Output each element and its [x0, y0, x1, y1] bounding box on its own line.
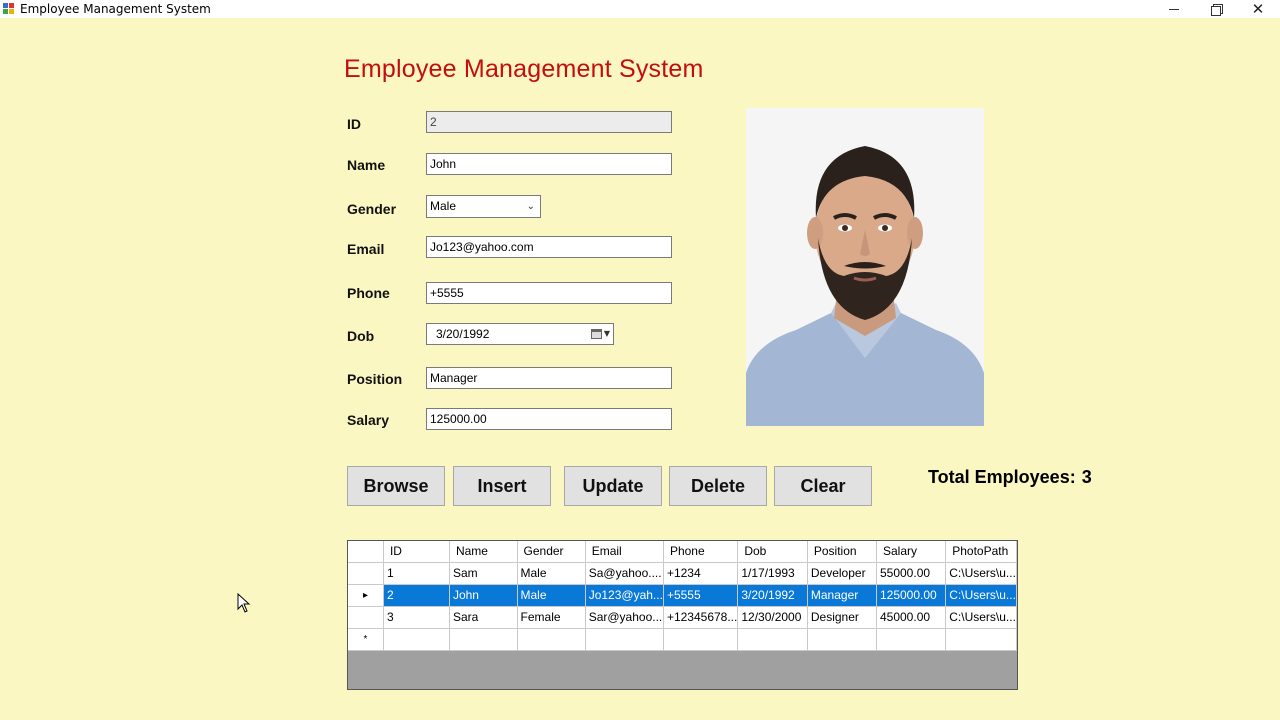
- table-cell[interactable]: Developer: [807, 562, 877, 585]
- table-cell[interactable]: 45000.00: [876, 606, 947, 629]
- total-employees-label: Total Employees:: [928, 467, 1076, 487]
- table-cell[interactable]: [945, 628, 1017, 651]
- column-header-email[interactable]: Email: [585, 541, 664, 563]
- page-title: Employee Management System: [344, 55, 704, 83]
- id-field[interactable]: 2: [426, 111, 672, 133]
- grid-corner-header[interactable]: [348, 541, 384, 563]
- dob-date-value: 3/20/1992: [436, 327, 490, 341]
- phone-label: Phone: [347, 285, 390, 301]
- total-employees: Total Employees: 3: [928, 467, 1092, 488]
- gender-label: Gender: [347, 201, 397, 217]
- dob-label: Dob: [347, 328, 375, 344]
- table-row-selected[interactable]: ▸ 2 John Male Jo123@yah... +5555 3/20/19…: [348, 584, 1017, 607]
- column-header-position[interactable]: Position: [807, 541, 877, 563]
- insert-button[interactable]: Insert: [453, 466, 551, 506]
- row-header[interactable]: [348, 562, 384, 585]
- table-cell[interactable]: [663, 628, 739, 651]
- new-row-marker[interactable]: *: [348, 628, 384, 651]
- table-cell[interactable]: 3: [383, 606, 450, 629]
- column-header-dob[interactable]: Dob: [737, 541, 808, 563]
- column-header-gender[interactable]: Gender: [517, 541, 586, 563]
- mouse-cursor-icon: [237, 593, 251, 613]
- employee-photo: [746, 108, 984, 426]
- gender-select-value: Male: [430, 199, 457, 213]
- table-cell[interactable]: 12/30/2000: [737, 606, 808, 629]
- gender-select[interactable]: Male ⌄: [426, 195, 541, 218]
- restore-button[interactable]: [1194, 0, 1238, 18]
- table-row[interactable]: 3 Sara Female Sar@yahoo... +12345678... …: [348, 606, 1017, 629]
- email-label: Email: [347, 241, 385, 257]
- name-label: Name: [347, 157, 386, 173]
- dropdown-arrow-icon[interactable]: ▼: [604, 329, 610, 338]
- salary-field[interactable]: 125000.00: [426, 408, 672, 430]
- column-header-name[interactable]: Name: [449, 541, 518, 563]
- table-cell[interactable]: [383, 628, 450, 651]
- table-cell[interactable]: [737, 628, 808, 651]
- table-cell[interactable]: [807, 628, 877, 651]
- table-cell[interactable]: [585, 628, 664, 651]
- table-cell[interactable]: 2: [383, 584, 450, 607]
- new-row[interactable]: *: [348, 628, 1017, 651]
- column-header-id[interactable]: ID: [383, 541, 450, 563]
- table-cell[interactable]: 125000.00: [876, 584, 947, 607]
- table-cell[interactable]: Sara: [449, 606, 518, 629]
- table-cell[interactable]: Jo123@yah...: [585, 584, 664, 607]
- phone-field[interactable]: +5555: [426, 282, 672, 304]
- id-label: ID: [347, 116, 361, 132]
- table-cell[interactable]: [449, 628, 518, 651]
- column-header-salary[interactable]: Salary: [876, 541, 947, 563]
- table-cell[interactable]: C:\Users\u...: [945, 562, 1017, 585]
- table-cell[interactable]: [876, 628, 947, 651]
- column-header-phone[interactable]: Phone: [663, 541, 739, 563]
- window-title: Employee Management System: [20, 2, 211, 16]
- total-employees-count: 3: [1081, 467, 1092, 487]
- chevron-down-icon: ⌄: [526, 201, 535, 212]
- table-cell[interactable]: 1: [383, 562, 450, 585]
- table-cell[interactable]: +12345678...: [663, 606, 739, 629]
- row-header[interactable]: [348, 606, 384, 629]
- table-cell[interactable]: 3/20/1992: [737, 584, 808, 607]
- table-row[interactable]: 1 Sam Male Sa@yahoo.... +1234 1/17/1993 …: [348, 562, 1017, 585]
- current-row-indicator-icon[interactable]: ▸: [348, 584, 384, 607]
- minimize-icon: [1169, 8, 1179, 10]
- table-cell[interactable]: 55000.00: [876, 562, 947, 585]
- clear-button[interactable]: Clear: [774, 466, 872, 506]
- restore-icon: [1211, 4, 1223, 16]
- browse-button[interactable]: Browse: [347, 466, 445, 506]
- table-cell[interactable]: John: [449, 584, 518, 607]
- close-button[interactable]: ✕: [1236, 0, 1280, 18]
- table-cell[interactable]: Male: [517, 584, 586, 607]
- table-cell[interactable]: Sa@yahoo....: [585, 562, 664, 585]
- table-cell[interactable]: Male: [517, 562, 586, 585]
- table-cell[interactable]: Sam: [449, 562, 518, 585]
- table-cell[interactable]: Manager: [807, 584, 877, 607]
- minimize-button[interactable]: [1152, 0, 1196, 18]
- grid-header-row: ID Name Gender Email Phone Dob Position …: [348, 541, 1017, 563]
- position-label: Position: [347, 371, 403, 387]
- update-button[interactable]: Update: [564, 466, 662, 506]
- table-cell[interactable]: Sar@yahoo...: [585, 606, 664, 629]
- delete-button[interactable]: Delete: [669, 466, 767, 506]
- table-cell[interactable]: +5555: [663, 584, 739, 607]
- close-icon: ✕: [1251, 0, 1265, 18]
- table-cell[interactable]: Female: [517, 606, 586, 629]
- window-titlebar: Employee Management System ✕: [0, 0, 1280, 18]
- employee-data-grid[interactable]: ID Name Gender Email Phone Dob Position …: [347, 540, 1018, 690]
- position-field[interactable]: Manager: [426, 367, 672, 389]
- salary-label: Salary: [347, 412, 390, 428]
- table-cell[interactable]: C:\Users\u...: [945, 584, 1017, 607]
- column-header-photopath[interactable]: PhotoPath: [945, 541, 1017, 563]
- email-field[interactable]: Jo123@yahoo.com: [426, 236, 672, 258]
- app-icon: [3, 3, 15, 15]
- table-cell[interactable]: +1234: [663, 562, 739, 585]
- table-cell[interactable]: C:\Users\u...: [945, 606, 1017, 629]
- table-cell[interactable]: [517, 628, 586, 651]
- name-field[interactable]: John: [426, 153, 672, 175]
- calendar-icon[interactable]: [591, 329, 602, 339]
- table-cell[interactable]: 1/17/1993: [737, 562, 808, 585]
- dob-date-picker[interactable]: 3/20/1992 ▼: [426, 323, 614, 345]
- table-cell[interactable]: Designer: [807, 606, 877, 629]
